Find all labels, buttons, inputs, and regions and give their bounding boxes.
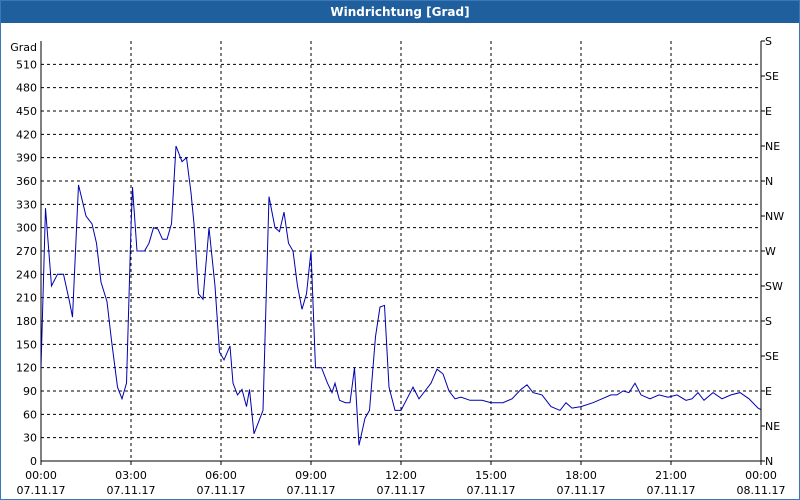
y-tick-label: 450 [16, 105, 37, 118]
x-tick-time: 00:00 [745, 469, 777, 482]
right-direction-label: S [765, 315, 772, 328]
x-tick-date: 07.11.17 [107, 484, 156, 497]
x-tick-date: 07.11.17 [377, 484, 426, 497]
x-tick-time: 21:00 [655, 469, 687, 482]
right-direction-label: S [765, 35, 772, 48]
right-direction-label: SW [765, 280, 783, 293]
y-tick-label: 360 [16, 175, 37, 188]
x-tick-date: 08.11.17 [737, 484, 786, 497]
right-direction-label: E [765, 105, 772, 118]
right-direction-label: NE [765, 420, 780, 433]
right-direction-label: N [765, 455, 773, 468]
y-tick-label: 150 [16, 338, 37, 351]
y-tick-label: 270 [16, 245, 37, 258]
y-tick-label: 30 [23, 432, 37, 445]
wind-direction-chart: 0 30 60 90 120 150 180 210 240 270 300 330 360 390 420… [10, 35, 786, 497]
right-direction-label: W [765, 245, 776, 258]
chart-title: Windrichtung [Grad] [1, 1, 799, 23]
y-tick-label: 480 [16, 82, 37, 95]
chart-window: Windrichtung [Grad] 0 30 60 90 120 150 180 210 2… [0, 0, 800, 500]
x-tick-date: 07.11.17 [287, 484, 336, 497]
y-tick-label: 300 [16, 222, 37, 235]
x-tick-time: 12:00 [385, 469, 417, 482]
y-tick-label: 120 [16, 362, 37, 375]
right-direction-label: NE [765, 140, 780, 153]
x-tick-date: 07.11.17 [647, 484, 696, 497]
right-direction-label: N [765, 175, 773, 188]
y-tick-label: 210 [16, 292, 37, 305]
x-tick-date: 07.11.17 [197, 484, 246, 497]
x-tick-time: 03:00 [115, 469, 147, 482]
y-tick-label: 330 [16, 198, 37, 211]
y-axis-label: Grad [10, 41, 37, 54]
y-tick-label: 510 [16, 58, 37, 71]
x-tick-time: 06:00 [205, 469, 237, 482]
y-tick-label: 240 [16, 268, 37, 281]
x-tick-date: 07.11.17 [17, 484, 66, 497]
y-tick-label: 420 [16, 128, 37, 141]
x-tick-date: 07.11.17 [557, 484, 606, 497]
y-tick-label: 180 [16, 315, 37, 328]
x-tick-date: 07.11.17 [467, 484, 516, 497]
y-tick-label: 90 [23, 385, 37, 398]
right-direction-label: NW [765, 210, 784, 223]
right-direction-label: E [765, 385, 772, 398]
x-tick-time: 00:00 [25, 469, 57, 482]
y-tick-label: 390 [16, 152, 37, 165]
x-tick-time: 15:00 [475, 469, 507, 482]
x-tick-time: 18:00 [565, 469, 597, 482]
right-direction-label: SE [765, 70, 779, 83]
y-tick-label: 0 [30, 455, 37, 468]
y-tick-label: 60 [23, 408, 37, 421]
x-tick-time: 09:00 [295, 469, 327, 482]
right-direction-label: SE [765, 350, 779, 363]
